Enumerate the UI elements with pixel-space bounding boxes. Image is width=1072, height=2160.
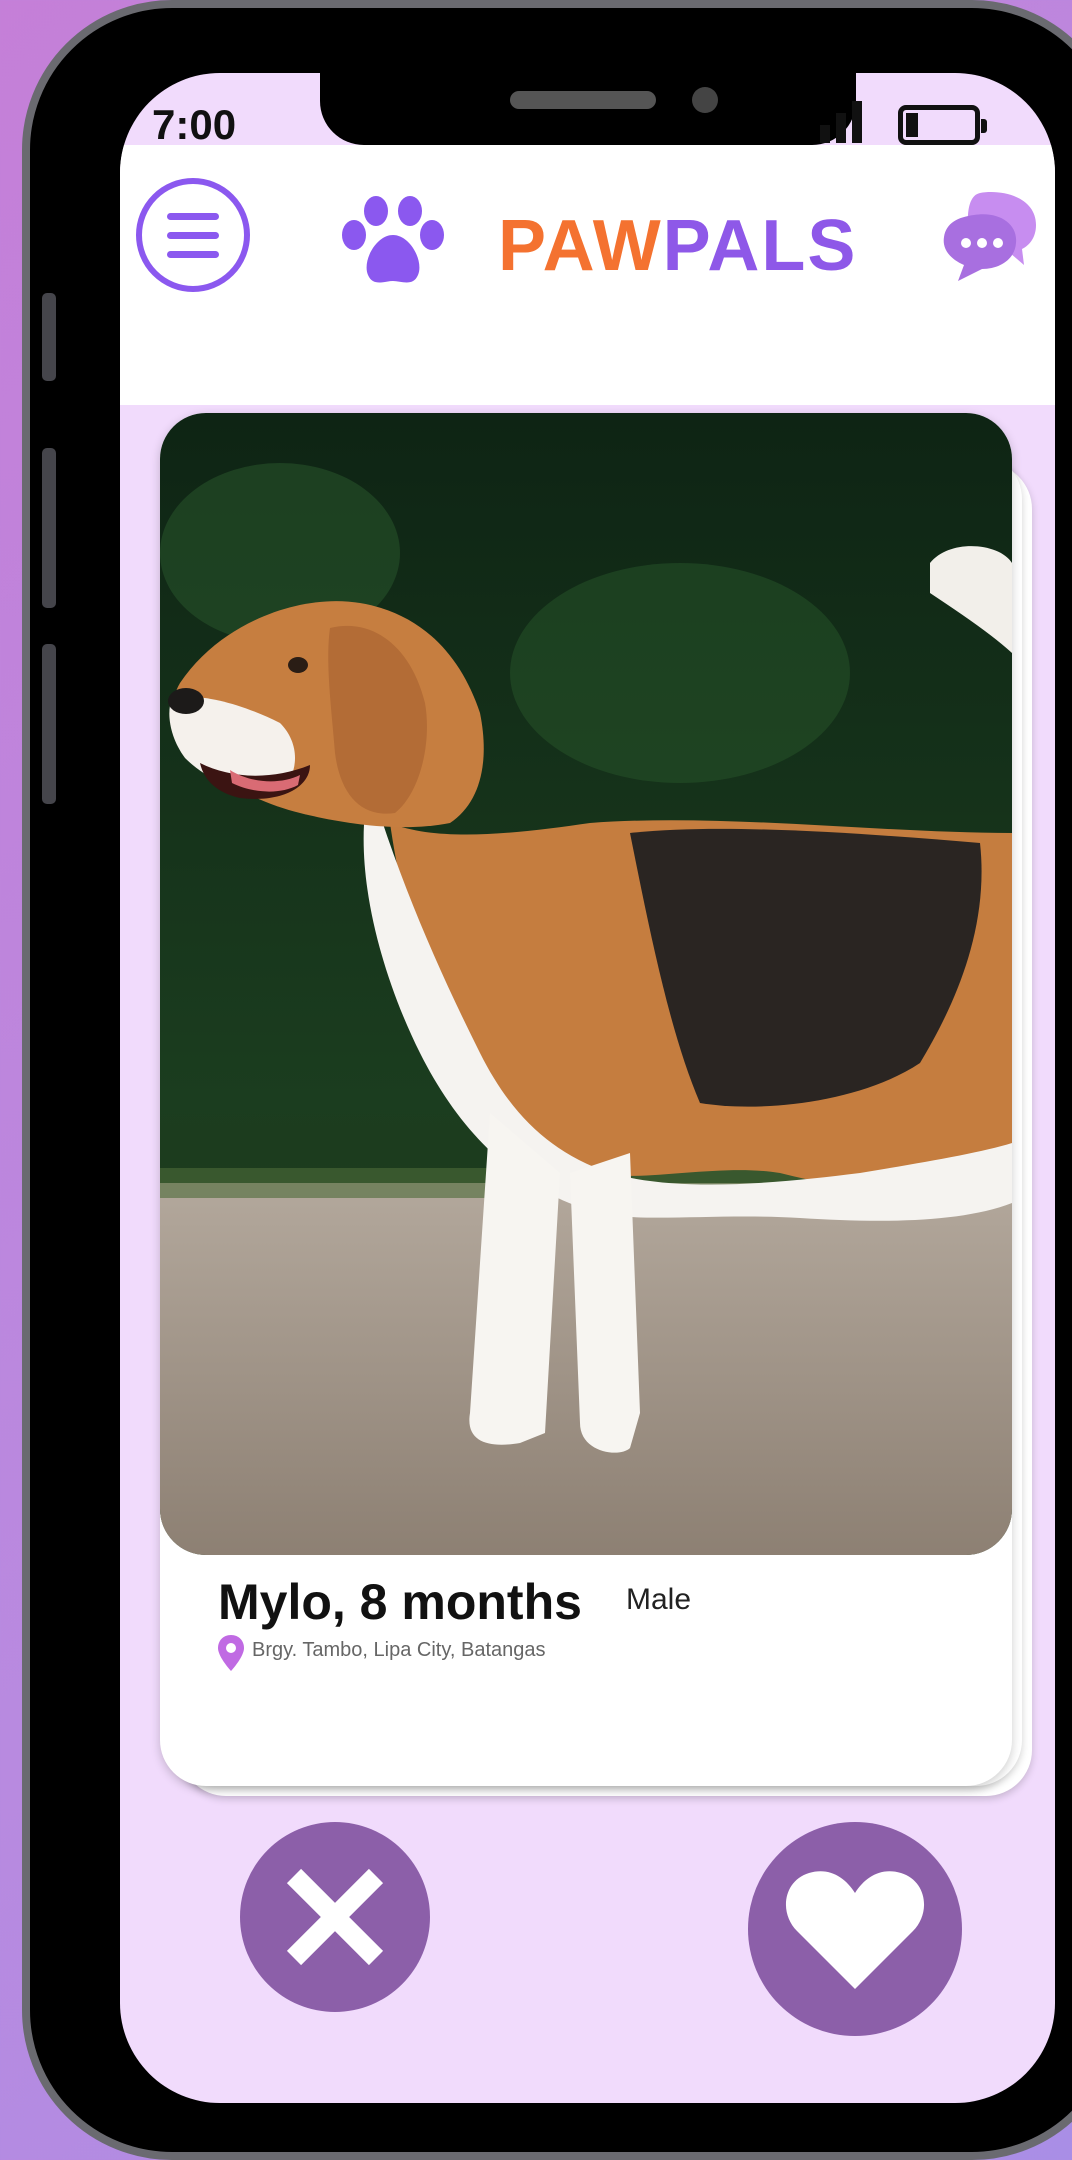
pet-gender: Male [626, 1583, 692, 1616]
paw-logo-icon [342, 196, 444, 283]
app-logo-text: PAWPALS [498, 205, 857, 287]
pet-location: Brgy. Tambo, Lipa City, Batangas [252, 1639, 546, 1661]
logo-text-paw: PAW [498, 206, 663, 286]
location-pin-icon [218, 1635, 244, 1671]
phone-notch [320, 73, 856, 145]
like-button[interactable] [748, 1822, 962, 2036]
menu-icon-line [167, 231, 219, 239]
app-screen: PAWPALS Mylo, 8 months Male Brgy. Tambo,… [120, 73, 1055, 2103]
phone-side-button [42, 644, 56, 804]
close-x-icon [286, 1868, 384, 1966]
phone-frame: PAWPALS Mylo, 8 months Male Brgy. Tambo,… [22, 0, 1072, 2160]
phone-side-button [42, 448, 56, 608]
phone-side-button [42, 293, 56, 381]
chat-bubbles-icon[interactable] [940, 185, 1040, 285]
pet-profile-card[interactable]: Mylo, 8 months Male Brgy. Tambo, Lipa Ci… [160, 413, 1012, 1786]
dislike-button[interactable] [240, 1822, 430, 2012]
status-time: 7:00 [152, 101, 237, 148]
signal-icon [820, 101, 862, 143]
pet-photo [160, 413, 1012, 1555]
pet-name-age: Mylo, 8 months [218, 1574, 582, 1630]
battery-icon [898, 105, 987, 145]
menu-icon-line [167, 212, 219, 220]
menu-button[interactable] [136, 178, 250, 292]
menu-icon-line [167, 250, 219, 258]
phone-speaker [510, 91, 656, 109]
phone-camera [692, 87, 718, 113]
logo-text-pals: PALS [662, 206, 858, 286]
heart-icon [785, 1871, 925, 1989]
